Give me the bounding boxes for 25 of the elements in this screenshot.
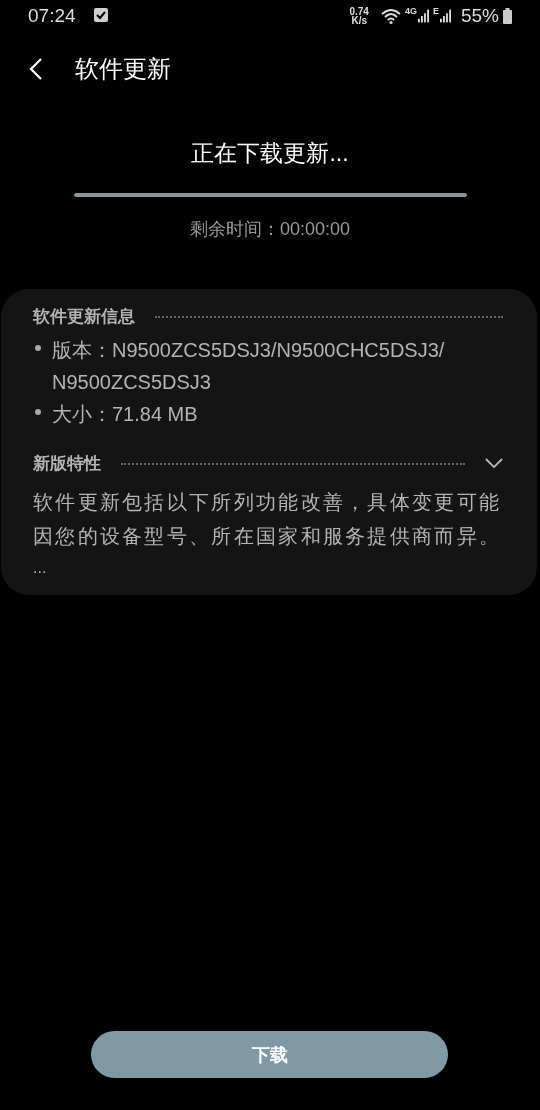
speed-value: 0.74 xyxy=(349,7,369,16)
speed-unit: K/s xyxy=(351,16,367,25)
info-item: 版本：N9500ZCS5DSJ3/N9500CHC5DSJ3/ N9500ZCS5DSJ3 xyxy=(52,338,445,395)
chevron-icon[interactable] xyxy=(485,458,503,469)
download-status: 正在下载更新... xyxy=(191,139,349,168)
signal-icon xyxy=(417,9,429,23)
network-label: 4G xyxy=(404,6,417,16)
bullet-icon xyxy=(35,345,41,351)
back-icon[interactable] xyxy=(29,58,43,80)
section-heading: 软件更新信息 xyxy=(33,306,135,328)
battery-icon xyxy=(503,8,512,24)
bullet-icon xyxy=(35,409,41,415)
download-button[interactable]: 下载 xyxy=(91,1031,448,1078)
signal-icon xyxy=(439,9,451,23)
checkbox-icon xyxy=(93,8,108,22)
page-title: 软件更新 xyxy=(75,54,171,84)
section-heading: 新版特性 xyxy=(33,453,101,475)
status-time: 07:24 xyxy=(28,5,76,27)
wifi-icon xyxy=(380,8,401,24)
remaining-time: 剩余时间：00:00:00 xyxy=(189,218,351,241)
feature-description: 软件更新包括以下所列功能改善，具体变更可能因您的设备型号、所在国家和服务提供商而异。 xyxy=(33,490,503,549)
info-item: 大小：71.84 MB xyxy=(52,402,198,427)
battery-percent: 55% xyxy=(460,5,499,27)
more-text: ... xyxy=(33,559,47,577)
network-label: E xyxy=(432,6,439,16)
